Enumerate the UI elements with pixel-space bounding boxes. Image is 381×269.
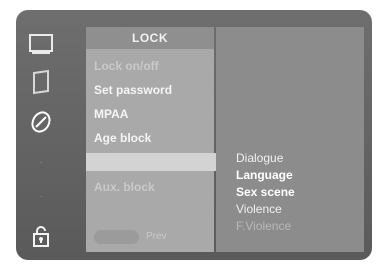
selected-highlight[interactable] bbox=[86, 153, 224, 171]
option-dialogue[interactable]: Dialogue bbox=[236, 151, 283, 165]
menu-item-set-password[interactable]: Set password bbox=[94, 83, 172, 97]
menu-item-mpaa[interactable]: MPAA bbox=[94, 107, 128, 121]
screen-icon[interactable] bbox=[26, 30, 56, 58]
menu-item-age-block[interactable]: Age block bbox=[94, 131, 151, 145]
special-icon[interactable]: · bbox=[26, 182, 56, 210]
option-sex-scene[interactable]: Sex scene bbox=[236, 185, 295, 199]
menu-item-lock-onoff[interactable]: Lock on/off bbox=[94, 59, 159, 73]
lock-icon[interactable] bbox=[26, 222, 56, 250]
option-f-violence[interactable]: F.Violence bbox=[236, 219, 291, 233]
sidebar: · · bbox=[18, 10, 66, 260]
submenu-title: LOCK bbox=[86, 27, 214, 49]
option-language[interactable]: Language bbox=[236, 168, 293, 182]
prev-label: Prev bbox=[146, 231, 167, 242]
lock-submenu: LOCK Lock on/off Set password MPAA Age b… bbox=[86, 27, 224, 252]
option-violence[interactable]: Violence bbox=[236, 202, 282, 216]
picture-icon[interactable] bbox=[26, 68, 56, 96]
menu-item-aux-block[interactable]: Aux. block bbox=[94, 180, 155, 194]
time-icon[interactable]: · bbox=[26, 148, 56, 176]
sound-icon[interactable] bbox=[26, 108, 56, 136]
prev-button[interactable] bbox=[94, 230, 139, 244]
options-panel: Dialogue Language Sex scene Violence F.V… bbox=[216, 27, 364, 252]
